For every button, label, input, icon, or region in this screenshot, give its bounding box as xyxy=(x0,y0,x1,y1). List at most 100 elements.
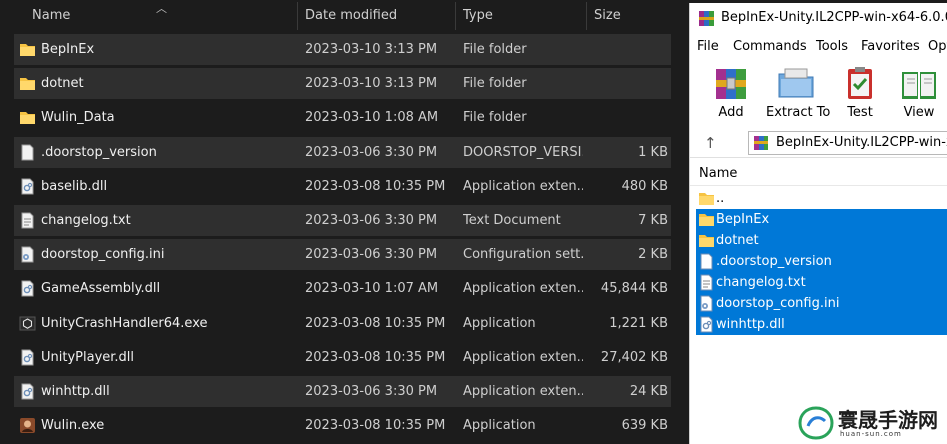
file-type: File folder xyxy=(463,110,527,126)
archive-path-field[interactable]: BepInEx-Unity.IL2CPP-win-x6 xyxy=(748,131,947,155)
file-row[interactable]: .doorstop_version 2023-03-06 3:30 PM DOORS… xyxy=(14,136,671,168)
archive-list-item[interactable]: .doorstop_version xyxy=(696,251,947,272)
file-type: Application exten... xyxy=(463,384,583,399)
file-size: 24 KB xyxy=(629,384,668,399)
archive-column-name[interactable]: Name xyxy=(699,162,737,186)
file-date-modified: 2023-03-06 3:30 PM xyxy=(305,144,438,160)
file-size: 1,221 KB xyxy=(609,315,668,331)
folder-icon xyxy=(19,41,36,58)
archive-path-text: BepInEx-Unity.IL2CPP-win-x6 xyxy=(776,135,947,150)
file-name: doorstop_config.ini xyxy=(41,247,165,263)
file-date-modified: 2023-03-10 3:13 PM xyxy=(305,76,438,92)
archive-list-item[interactable]: doorstop_config.ini xyxy=(696,293,947,314)
file-size: 1 KB xyxy=(638,144,668,160)
game-exe-icon xyxy=(19,417,36,434)
file-date-modified: 2023-03-10 3:13 PM xyxy=(305,42,438,57)
archive-item-name: .doorstop_version xyxy=(716,254,832,269)
file-name: winhttp.dll xyxy=(41,384,110,399)
archive-list-item[interactable]: winhttp.dll xyxy=(696,314,947,335)
file-name: changelog.txt xyxy=(41,213,131,228)
file-size: 2 KB xyxy=(638,247,668,263)
file-type: Configuration sett... xyxy=(463,247,583,263)
watermark-url: huan-sun.com xyxy=(840,430,902,438)
folder-icon xyxy=(19,75,36,92)
file-explorer-window: Name ︿ Date modified Type Size BepInEx 20… xyxy=(0,0,686,444)
column-header-name[interactable]: Name xyxy=(24,0,70,32)
file-row[interactable]: UnityPlayer.dll 2023-03-08 10:35 PM Applic… xyxy=(14,342,671,373)
file-date-modified: 2023-03-06 3:30 PM xyxy=(305,213,438,228)
site-watermark: 寰晟手游网 huan-sun.com xyxy=(796,400,946,444)
file-date-modified: 2023-03-10 1:07 AM xyxy=(305,281,439,297)
archive-list-item[interactable]: BepInEx xyxy=(696,209,947,230)
file-type: Application exten... xyxy=(463,349,583,365)
file-row[interactable]: winhttp.dll 2023-03-06 3:30 PM Application… xyxy=(14,376,671,407)
parent-folder-icon xyxy=(698,190,714,207)
up-arrow-icon[interactable]: ↑ xyxy=(704,134,717,152)
file-name: Wulin.exe xyxy=(41,418,105,434)
dll-icon xyxy=(19,349,36,366)
folder-icon xyxy=(698,232,714,249)
menu-options[interactable]: Opt xyxy=(928,36,947,58)
winrar-toolbar: Add Extract To Test View xyxy=(690,63,947,125)
file-size: 480 KB xyxy=(621,178,668,194)
add-archive-icon xyxy=(716,69,746,99)
add-button[interactable]: Add xyxy=(701,63,761,125)
winrar-titlebar[interactable]: BepInEx-Unity.IL2CPP-win-x64-6.0.0-be xyxy=(690,3,947,33)
file-row[interactable]: baselib.dll 2023-03-08 10:35 PM Applicatio… xyxy=(14,171,671,202)
folder-icon xyxy=(698,211,714,228)
archive-address-bar: ↑ BepInEx-Unity.IL2CPP-win-x6 xyxy=(690,128,947,158)
menu-file[interactable]: File xyxy=(697,36,719,58)
view-label: View xyxy=(903,105,935,120)
file-row[interactable]: dotnet 2023-03-10 3:13 PM File folder xyxy=(14,68,671,100)
column-header-type[interactable]: Type xyxy=(455,0,493,32)
extract-to-button[interactable]: Extract To xyxy=(766,63,830,125)
column-header-date[interactable]: Date modified xyxy=(297,0,397,32)
column-header-size[interactable]: Size xyxy=(586,0,621,32)
file-row[interactable]: doorstop_config.ini 2023-03-06 3:30 PM Con… xyxy=(14,239,671,271)
file-type: Application xyxy=(463,418,536,434)
dll-icon xyxy=(19,280,36,297)
file-type: File folder xyxy=(463,76,527,92)
file-name: .doorstop_version xyxy=(41,144,157,160)
file-row[interactable]: GameAssembly.dll 2023-03-10 1:07 AM Applic… xyxy=(14,273,671,304)
watermark-logo-icon xyxy=(798,406,834,440)
file-date-modified: 2023-03-08 10:35 PM xyxy=(305,349,446,365)
file-name: dotnet xyxy=(41,76,84,92)
test-button[interactable]: Test xyxy=(830,63,890,125)
sort-ascending-icon: ︿ xyxy=(156,2,167,15)
config-file-icon xyxy=(698,295,714,312)
archive-list-item[interactable]: changelog.txt xyxy=(696,272,947,293)
file-name: baselib.dll xyxy=(41,178,108,194)
unity-exe-icon xyxy=(19,315,36,332)
menu-tools[interactable]: Tools xyxy=(816,36,848,58)
file-row[interactable]: BepInEx 2023-03-10 3:13 PM File folder xyxy=(14,34,671,65)
dll-icon xyxy=(19,178,36,195)
file-row[interactable]: changelog.txt 2023-03-06 3:30 PM Text Docu… xyxy=(14,205,671,236)
menu-commands[interactable]: Commands xyxy=(733,36,807,58)
file-row[interactable]: Wulin_Data 2023-03-10 1:08 AM File folder xyxy=(14,102,671,133)
menu-favorites[interactable]: Favorites xyxy=(861,36,920,58)
archive-list-item[interactable]: dotnet xyxy=(696,230,947,251)
archive-item-name: doorstop_config.ini xyxy=(716,296,840,311)
archive-item-name: .. xyxy=(716,191,725,206)
file-type: Application xyxy=(463,315,536,331)
file-name: UnityPlayer.dll xyxy=(41,349,135,365)
file-date-modified: 2023-03-06 3:30 PM xyxy=(305,384,438,399)
view-book-icon xyxy=(902,72,936,99)
archive-item-name: winhttp.dll xyxy=(716,317,785,332)
view-button[interactable]: View xyxy=(889,63,947,125)
text-file-icon xyxy=(19,212,36,229)
file-size: 45,844 KB xyxy=(600,281,668,297)
file-row[interactable]: Wulin.exe 2023-03-08 10:35 PM Application 6… xyxy=(14,410,671,441)
file-row[interactable]: UnityCrashHandler64.exe 2023-03-08 10:35 … xyxy=(14,308,671,339)
file-size: 639 KB xyxy=(621,418,668,434)
archive-list-item[interactable]: .. xyxy=(696,188,947,209)
file-date-modified: 2023-03-08 10:35 PM xyxy=(305,178,446,194)
file-type: Text Document xyxy=(463,213,561,228)
file-date-modified: 2023-03-08 10:35 PM xyxy=(305,418,446,434)
winrar-title: BepInEx-Unity.IL2CPP-win-x64-6.0.0-be xyxy=(721,10,947,25)
extract-folder-icon xyxy=(778,68,814,98)
watermark-text: 寰晟手游网 xyxy=(838,408,938,432)
file-type: Application exten... xyxy=(463,178,583,194)
archive-item-name: changelog.txt xyxy=(716,275,806,290)
